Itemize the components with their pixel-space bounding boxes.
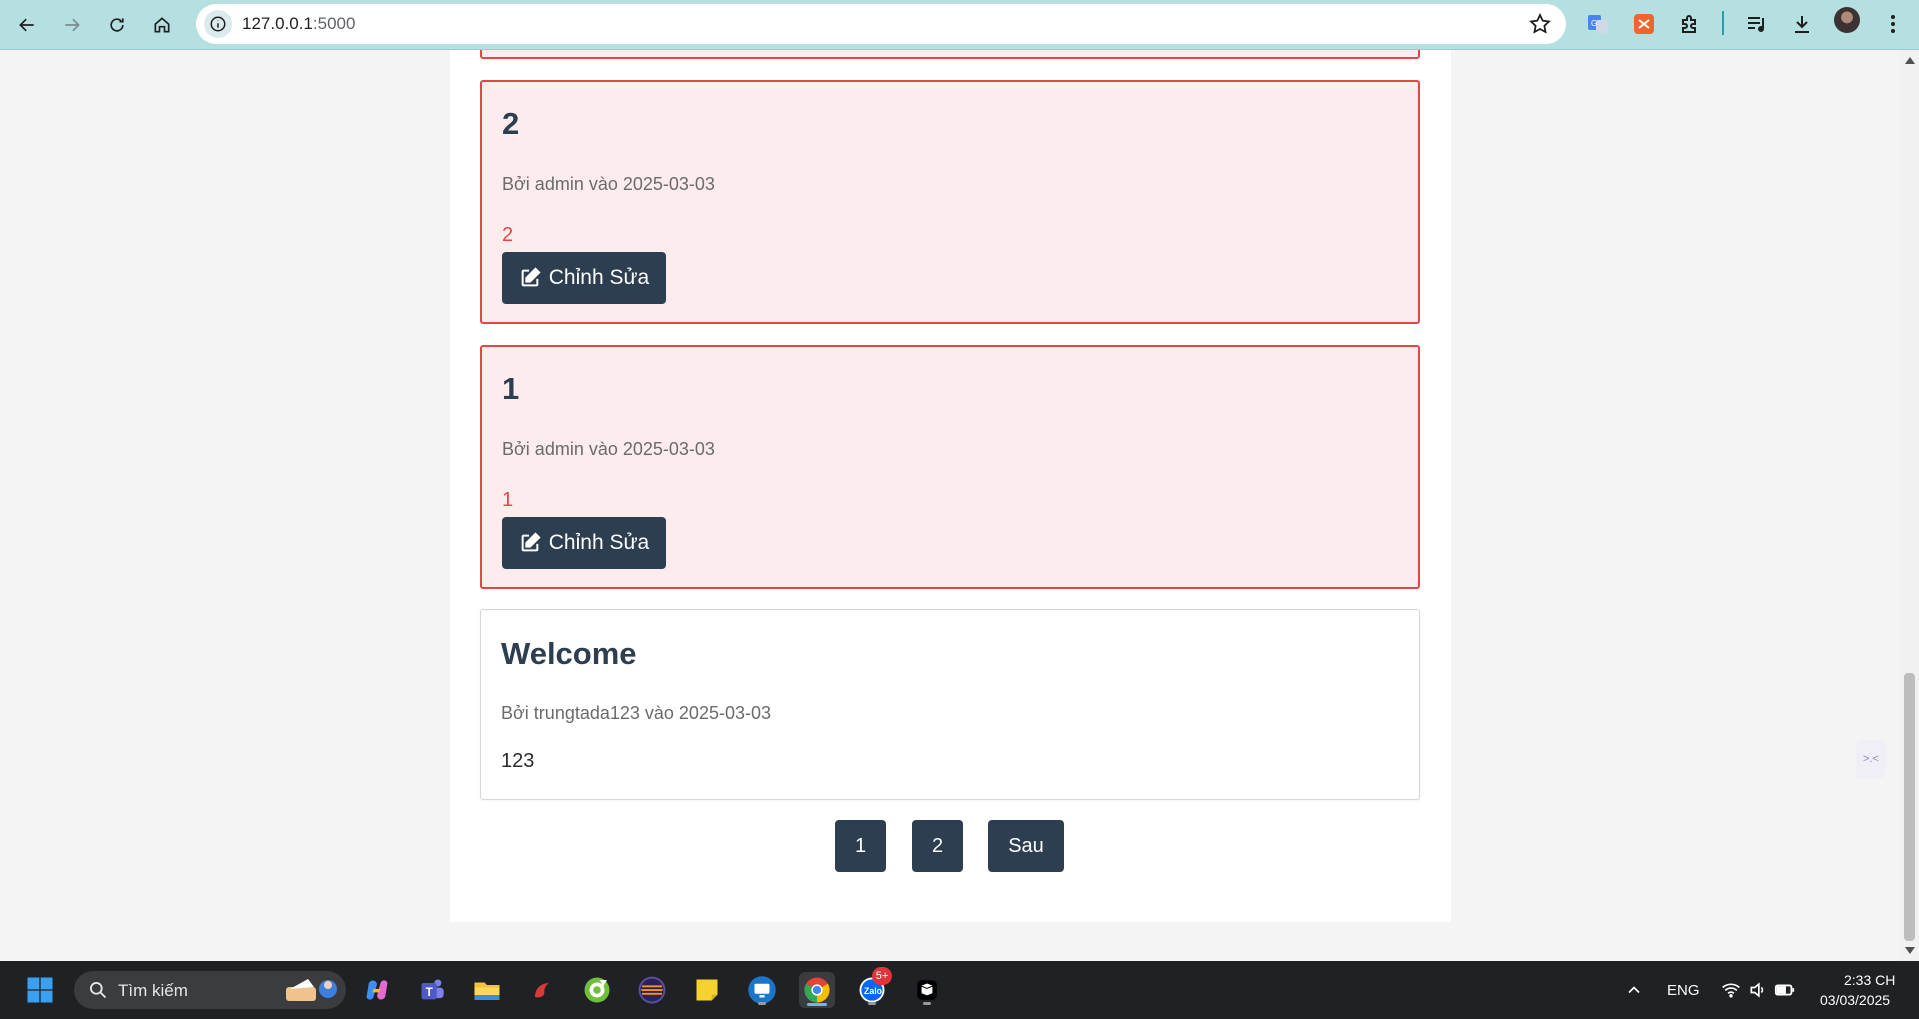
forward-icon[interactable] <box>56 9 88 41</box>
svg-text:Zalo: Zalo <box>864 986 882 996</box>
post-meta: Bởi admin vào 2025-03-03 <box>502 439 715 459</box>
svg-text:G: G <box>1591 19 1597 28</box>
post-title: 1 <box>502 371 520 406</box>
file-explorer-icon[interactable] <box>469 972 505 1008</box>
edit-button-label: Chỉnh Sửa <box>548 531 650 554</box>
app-red-swirl-icon[interactable] <box>524 972 560 1008</box>
search-highlight-illustration-icon <box>286 979 337 1001</box>
pagination-page-2[interactable]: 2 <box>912 820 963 872</box>
orange-extension-icon[interactable] <box>1629 9 1659 39</box>
search-placeholder: Tìm kiếm <box>118 981 188 1000</box>
windows-start-icon[interactable] <box>22 972 58 1008</box>
page-viewport: 2 Bởi admin vào 2025-03-03 2 Chỉnh Sửa 1… <box>0 50 1900 961</box>
post-meta: Bởi admin vào 2025-03-03 <box>502 174 715 194</box>
reload-icon[interactable] <box>101 9 133 41</box>
battery-icon[interactable] <box>1767 972 1803 1008</box>
extensions-puzzle-icon[interactable] <box>1675 9 1705 39</box>
url-port: :5000 <box>312 14 356 33</box>
floating-side-widget[interactable]: >.< <box>1856 740 1886 778</box>
app-green-globe-icon[interactable] <box>579 972 615 1008</box>
edit-icon <box>521 532 541 552</box>
remote-desktop-icon[interactable] <box>744 972 780 1008</box>
pagination-next-button[interactable]: Sau <box>988 820 1064 872</box>
edit-icon <box>521 267 541 287</box>
browser-toolbar: 127.0.0.1:5000 G <box>0 0 1919 50</box>
scroll-thumb[interactable] <box>1904 673 1915 941</box>
pagination-page-1[interactable]: 1 <box>835 820 886 872</box>
page-scrollbar[interactable] <box>1900 50 1919 961</box>
clock-time[interactable]: 2:33 CH <box>1844 972 1895 988</box>
post-card: 1 Bởi admin vào 2025-03-03 1 Chỉnh Sửa <box>480 345 1420 589</box>
search-icon <box>90 982 107 999</box>
media-queue-icon[interactable] <box>1742 9 1772 39</box>
post-card-partial <box>480 50 1420 59</box>
site-info-icon[interactable] <box>204 10 232 38</box>
google-translate-extension-icon[interactable]: G <box>1583 9 1613 39</box>
address-bar[interactable]: 127.0.0.1:5000 <box>196 4 1566 44</box>
profile-avatar[interactable] <box>1834 7 1860 33</box>
post-content: 1 <box>502 489 514 511</box>
edit-button[interactable]: Chỉnh Sửa <box>502 517 666 569</box>
home-icon[interactable] <box>146 9 178 41</box>
url-host: 127.0.0.1 <box>242 14 313 33</box>
running-indicator <box>758 1002 766 1005</box>
windows-taskbar: Tìm kiếm T Zalo 5+ ENG 2:33 CH 03/03/202… <box>0 961 1919 1019</box>
clock-date[interactable]: 03/03/2025 <box>1820 992 1890 1008</box>
running-indicator <box>868 1002 876 1005</box>
chrome-icon[interactable] <box>799 972 835 1008</box>
active-app-indicator <box>807 1003 827 1006</box>
toolbar-divider <box>1722 11 1724 35</box>
tray-overflow-chevron-up-icon[interactable] <box>1616 972 1652 1008</box>
menu-kebab-icon[interactable] <box>1878 9 1908 39</box>
post-card: 2 Bởi admin vào 2025-03-03 2 Chỉnh Sửa <box>480 80 1420 324</box>
teams-icon[interactable]: T <box>414 972 450 1008</box>
app-black-cube-icon[interactable] <box>909 972 945 1008</box>
eclipse-icon[interactable] <box>634 972 670 1008</box>
scroll-up-arrow-icon[interactable] <box>1905 57 1915 64</box>
post-content: 123 <box>501 750 535 772</box>
back-icon[interactable] <box>11 9 43 41</box>
edit-button-label: Chỉnh Sửa <box>548 266 650 289</box>
post-meta: Bởi trungtada123 vào 2025-03-03 <box>501 703 771 723</box>
running-indicator <box>923 1002 931 1005</box>
post-card: Welcome Bởi trungtada123 vào 2025-03-03 … <box>480 609 1420 800</box>
posts-container: 2 Bởi admin vào 2025-03-03 2 Chỉnh Sửa 1… <box>450 50 1451 922</box>
download-icon[interactable] <box>1787 9 1817 39</box>
copilot-icon[interactable] <box>359 972 395 1008</box>
zalo-notification-badge: 5+ <box>872 967 892 985</box>
edit-button[interactable]: Chỉnh Sửa <box>502 252 666 304</box>
post-content: 2 <box>502 224 514 246</box>
url-text: 127.0.0.1:5000 <box>242 14 355 34</box>
post-title: Welcome <box>501 636 637 671</box>
taskbar-search-box[interactable]: Tìm kiếm <box>74 971 346 1009</box>
post-title: 2 <box>502 106 520 141</box>
svg-text:T: T <box>426 986 433 999</box>
scroll-down-arrow-icon[interactable] <box>1905 947 1915 954</box>
input-language[interactable]: ENG <box>1667 982 1700 999</box>
bookmark-star-icon[interactable] <box>1528 12 1552 36</box>
sticky-notes-icon[interactable] <box>689 972 725 1008</box>
